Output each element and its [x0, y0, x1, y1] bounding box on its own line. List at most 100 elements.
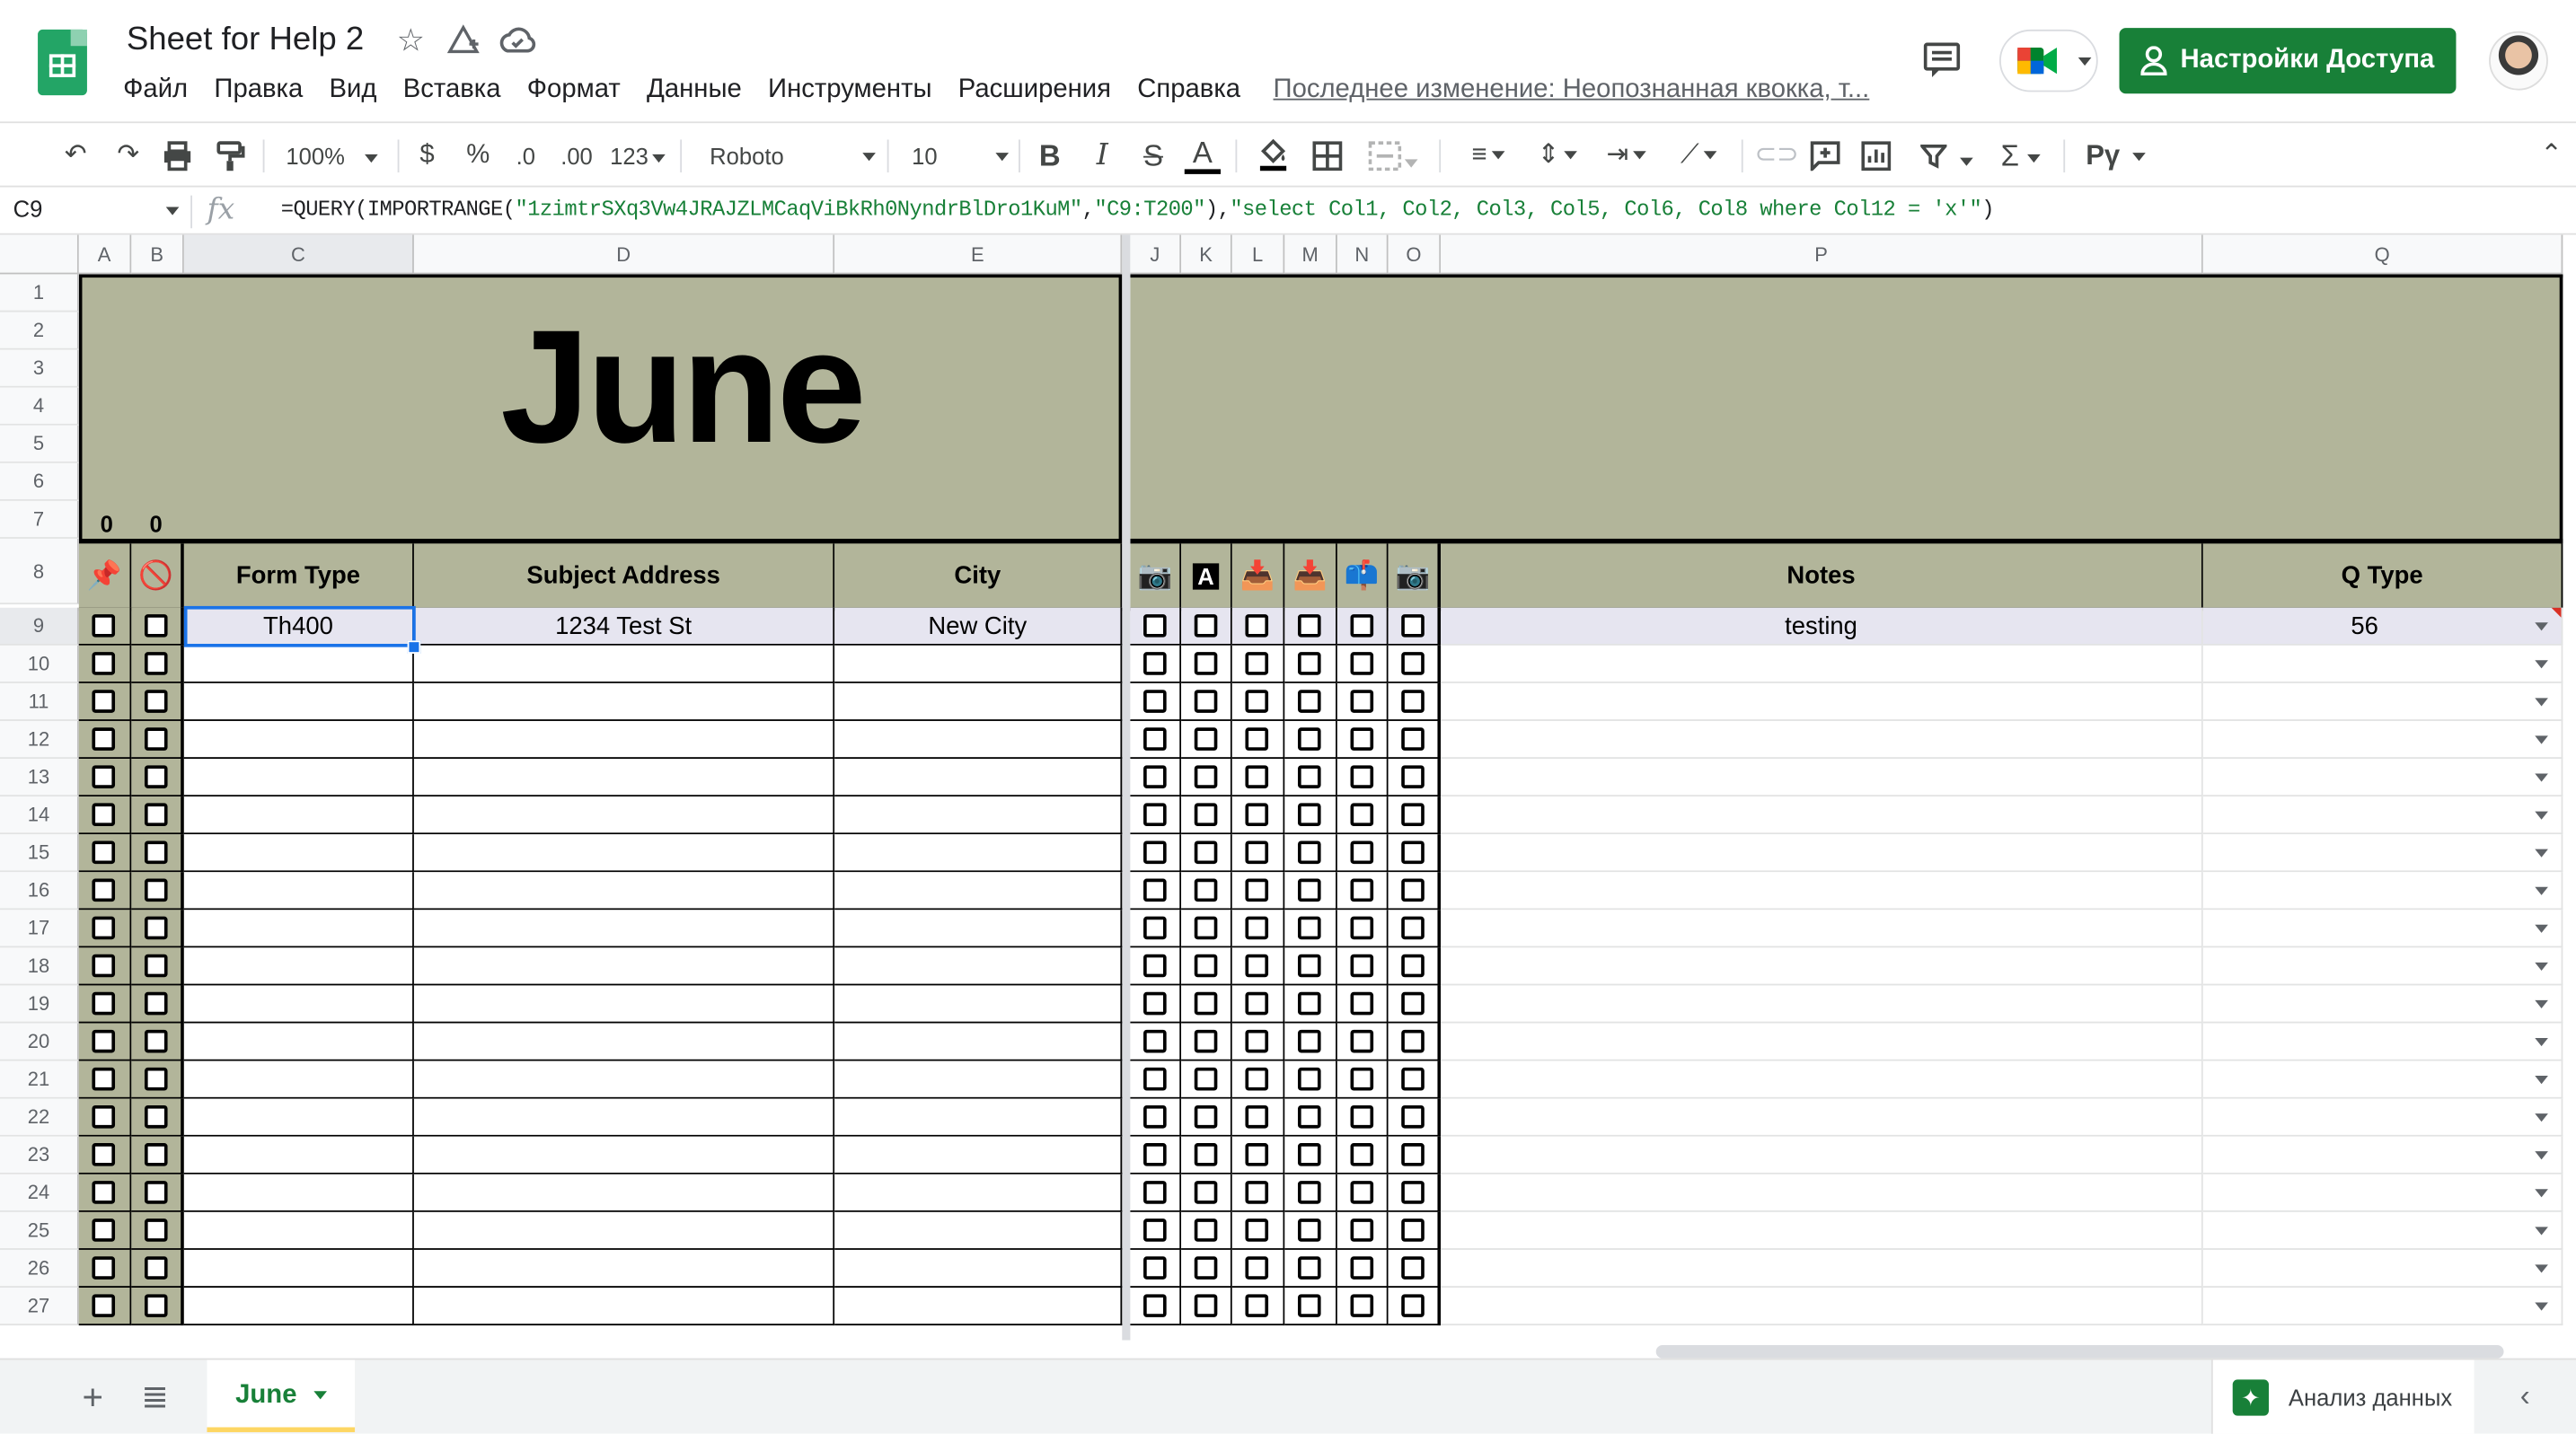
cell-notes[interactable] — [1441, 645, 2203, 683]
menu-edit[interactable]: Правка — [201, 72, 316, 108]
cell-subject-address[interactable]: 1234 Test St — [413, 607, 835, 646]
cell-subject-address[interactable] — [413, 1098, 835, 1137]
cell-form-type[interactable] — [183, 759, 414, 797]
cell-form-type[interactable] — [183, 1023, 414, 1061]
column-header-p[interactable]: P — [1441, 234, 2203, 275]
checkbox[interactable] — [144, 1143, 168, 1166]
add-sheet-icon[interactable]: + — [82, 1377, 103, 1420]
row-header[interactable]: 19 — [0, 985, 79, 1024]
cell-q-type[interactable] — [2202, 759, 2563, 797]
checkbox[interactable] — [1193, 614, 1217, 638]
cell-form-type[interactable] — [183, 1098, 414, 1137]
menu-data[interactable]: Данные — [633, 72, 754, 108]
cell-notes[interactable]: testing — [1441, 607, 2203, 646]
checkbox[interactable] — [1193, 1029, 1217, 1053]
cell-form-type[interactable] — [183, 1288, 414, 1326]
row-header[interactable]: 24 — [0, 1174, 79, 1212]
sheets-logo-icon[interactable] — [38, 29, 87, 96]
cell-form-type[interactable] — [183, 720, 414, 760]
row-header[interactable]: 9 — [0, 607, 79, 646]
row-header[interactable]: 15 — [0, 834, 79, 873]
checkbox[interactable] — [92, 878, 116, 902]
checkbox[interactable] — [1245, 1256, 1269, 1280]
checkbox[interactable] — [1193, 727, 1217, 751]
dropdown-arrow-icon[interactable] — [2535, 1151, 2548, 1160]
checkbox[interactable] — [1401, 1104, 1425, 1129]
column-header-a[interactable]: A — [78, 234, 132, 275]
insert-comment-icon[interactable] — [1805, 136, 1845, 176]
dropdown-arrow-icon[interactable] — [2535, 886, 2548, 895]
checkbox[interactable] — [92, 916, 116, 940]
checkbox[interactable] — [1349, 690, 1373, 713]
star-icon[interactable]: ☆ — [391, 23, 430, 63]
chevron-left-icon[interactable]: ‹ — [2520, 1379, 2530, 1413]
font-size-select[interactable]: 10 — [912, 136, 1010, 176]
checkbox[interactable] — [144, 1104, 168, 1129]
spreadsheet-grid[interactable]: June 0 0 📌 🚫 Form Type Subject Address C… — [0, 234, 2576, 1341]
checkbox[interactable] — [1349, 840, 1373, 865]
cell-notes[interactable] — [1441, 1060, 2203, 1099]
row-header[interactable]: 11 — [0, 682, 79, 721]
cell-city[interactable] — [834, 1060, 1123, 1099]
cell-subject-address[interactable] — [413, 1060, 835, 1099]
checkbox[interactable] — [1142, 765, 1166, 788]
cell-subject-address[interactable] — [413, 682, 835, 721]
checkbox[interactable] — [144, 840, 168, 865]
row-header[interactable]: 16 — [0, 872, 79, 911]
checkbox[interactable] — [1142, 1256, 1166, 1280]
checkbox[interactable] — [1193, 1104, 1217, 1129]
dropdown-arrow-icon[interactable] — [2535, 698, 2548, 707]
column-header-l[interactable]: L — [1231, 234, 1285, 275]
menu-tools[interactable]: Инструменты — [754, 72, 945, 108]
column-header-o[interactable]: O — [1388, 234, 1442, 275]
merge-cells-icon[interactable] — [1363, 136, 1423, 176]
dropdown-arrow-icon[interactable] — [2535, 924, 2548, 933]
checkbox[interactable] — [1349, 1256, 1373, 1280]
dropdown-arrow-icon[interactable] — [2535, 1113, 2548, 1122]
checkbox[interactable] — [1193, 916, 1217, 940]
checkbox[interactable] — [1297, 803, 1321, 827]
cell-q-type[interactable] — [2202, 720, 2563, 760]
cell-subject-address[interactable] — [413, 872, 835, 911]
cell-city[interactable] — [834, 720, 1123, 760]
cell-notes[interactable] — [1441, 720, 2203, 760]
all-sheets-icon[interactable]: ≣ — [141, 1377, 169, 1418]
checkbox[interactable] — [1193, 652, 1217, 675]
checkbox[interactable] — [92, 690, 116, 713]
strikethrough-icon[interactable]: S — [1135, 136, 1171, 176]
row-header[interactable]: 2 — [0, 312, 79, 350]
checkbox[interactable] — [1297, 652, 1321, 675]
cell-q-type[interactable] — [2202, 1023, 2563, 1061]
fill-color-icon[interactable] — [1254, 136, 1293, 176]
input-tools-icon[interactable]: Рγ — [2080, 136, 2152, 176]
formula-input[interactable]: =QUERY(IMPORTRANGE("1zimtrSXq3Vw4JRAJZLM… — [281, 197, 1995, 221]
cell-form-type[interactable] — [183, 1060, 414, 1099]
checkbox[interactable] — [1297, 1181, 1321, 1204]
cell-q-type[interactable] — [2202, 1288, 2563, 1326]
undo-icon[interactable]: ↶ — [56, 136, 95, 176]
checkbox[interactable] — [1297, 690, 1321, 713]
checkbox[interactable] — [1245, 954, 1269, 978]
cell-subject-address[interactable] — [413, 1288, 835, 1326]
cell-q-type[interactable] — [2202, 682, 2563, 721]
text-color-icon[interactable]: A — [1184, 136, 1222, 174]
row-header[interactable]: 3 — [0, 349, 79, 388]
cell-notes[interactable] — [1441, 834, 2203, 873]
checkbox[interactable] — [92, 840, 116, 865]
paint-format-icon[interactable] — [210, 136, 250, 176]
checkbox[interactable] — [1193, 991, 1217, 1016]
checkbox[interactable] — [144, 690, 168, 713]
checkbox[interactable] — [1401, 1029, 1425, 1053]
cell-form-type[interactable] — [183, 1211, 414, 1250]
document-title[interactable]: Sheet for Help 2 — [127, 22, 364, 59]
redo-icon[interactable]: ↷ — [109, 136, 148, 176]
collapse-menus-icon[interactable]: ⌃ — [2533, 136, 2569, 176]
checkbox[interactable] — [1401, 916, 1425, 940]
dropdown-arrow-icon[interactable] — [2535, 1076, 2548, 1085]
menu-format[interactable]: Формат — [514, 72, 633, 108]
checkbox[interactable] — [1142, 727, 1166, 751]
checkbox[interactable] — [1193, 840, 1217, 865]
cell-subject-address[interactable] — [413, 1136, 835, 1174]
font-family-select[interactable]: Roboto — [710, 136, 876, 176]
row-header[interactable]: 22 — [0, 1098, 79, 1137]
